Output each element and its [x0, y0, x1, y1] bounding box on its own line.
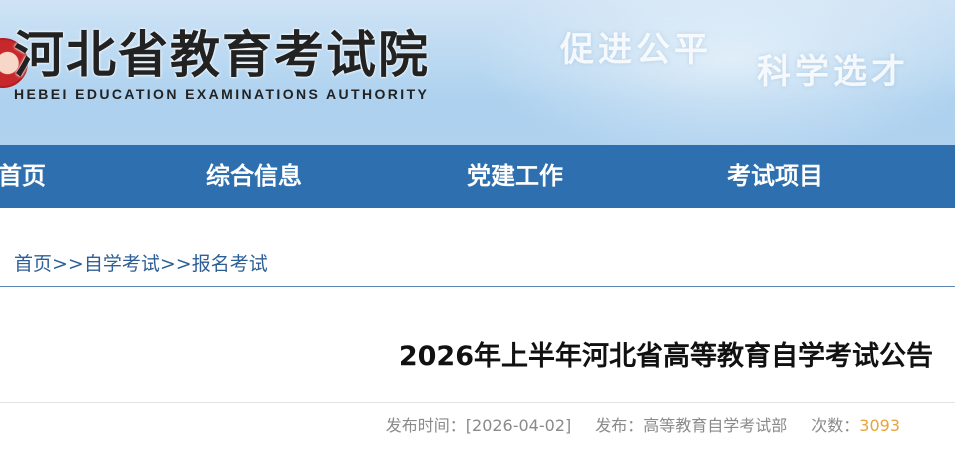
nav-item-general-info[interactable]: 综合信息 [206, 145, 302, 208]
article-meta: 发布时间：[2026-04-02] 发布：高等教育自学考试部 次数：3093 [386, 414, 900, 438]
banner-sweep [0, 100, 955, 145]
breadcrumb-divider [0, 286, 955, 287]
nav-item-party-building[interactable]: 党建工作 [467, 145, 563, 208]
publisher: 高等教育自学考试部 [643, 416, 788, 435]
slogan-talent: 科学选才 [757, 52, 909, 92]
publisher-label: 发布： [595, 416, 644, 435]
views-label: 次数： [811, 416, 860, 435]
article-title: 2026年上半年河北省高等教育自学考试公告 [398, 341, 933, 372]
publish-time: [2026-04-02] [465, 416, 572, 435]
nav-item-exam-programs[interactable]: 考试项目 [727, 145, 823, 208]
breadcrumb-registration[interactable]: 报名考试 [192, 253, 268, 275]
breadcrumb-separator: >> [52, 253, 84, 275]
breadcrumb-self-study-exam[interactable]: 自学考试 [84, 253, 160, 275]
site-title-english: HEBEI EDUCATION EXAMINATIONS AUTHORITY [14, 86, 430, 102]
title-divider [0, 402, 955, 403]
views-count: 3093 [859, 416, 900, 435]
nav-item-home[interactable]: 首页 [0, 145, 46, 208]
breadcrumb-home[interactable]: 首页 [14, 253, 52, 275]
header-banner: 河北省教育考试院 HEBEI EDUCATION EXAMINATIONS AU… [0, 0, 955, 145]
breadcrumb-separator: >> [159, 253, 192, 275]
site-title[interactable]: 河北省教育考试院 [14, 24, 430, 86]
slogan-fairness: 促进公平 [560, 30, 712, 70]
breadcrumb: 首页>>自学考试>>报名考试 [14, 251, 268, 277]
publish-time-label: 发布时间： [385, 416, 466, 435]
main-nav: 首页 综合信息 党建工作 考试项目 [0, 145, 955, 208]
